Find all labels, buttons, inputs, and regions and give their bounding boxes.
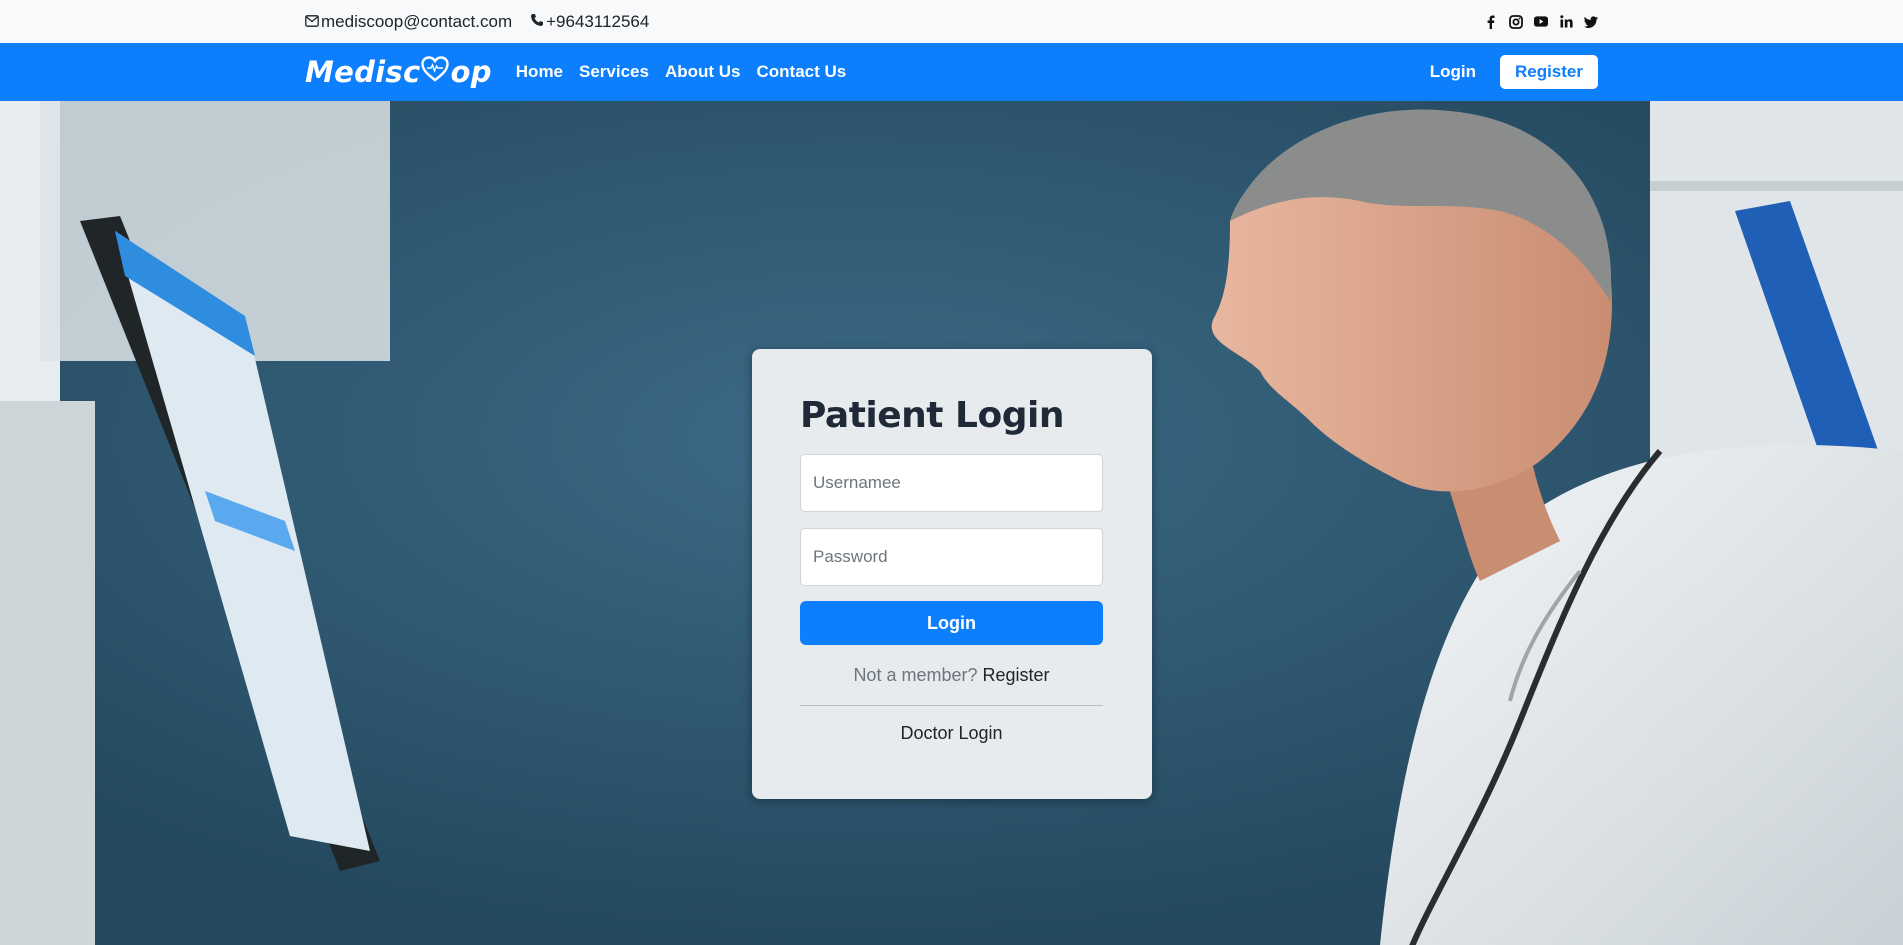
email-contact[interactable]: mediscoop@contact.com <box>305 12 512 32</box>
instagram-icon[interactable] <box>1509 14 1523 29</box>
twitter-icon[interactable] <box>1584 15 1598 29</box>
nav-services[interactable]: Services <box>579 62 649 82</box>
nav-left: Medisc op Home Services About Us Contact… <box>305 55 846 89</box>
username-input[interactable] <box>800 454 1103 512</box>
brand-logo[interactable]: Medisc op <box>305 55 492 89</box>
nav-register-button[interactable]: Register <box>1499 55 1598 89</box>
nav-login-link[interactable]: Login <box>1430 62 1476 82</box>
brand-part-2: op <box>450 55 492 89</box>
email-text: mediscoop@contact.com <box>321 11 513 31</box>
linkedin-icon[interactable] <box>1559 15 1573 29</box>
nav-contact-us[interactable]: Contact Us <box>757 62 847 82</box>
heart-icon <box>420 55 450 89</box>
member-text: Not a member? <box>853 665 978 685</box>
nav-links: Home Services About Us Contact Us <box>516 62 846 82</box>
envelope-icon <box>305 12 319 32</box>
login-title: Patient Login <box>800 395 1064 436</box>
hero-background: Patient Login Login Not a member? Regist… <box>0 101 1903 945</box>
login-submit-button[interactable]: Login <box>800 601 1103 645</box>
contact-info: mediscoop@contact.com +9643112564 <box>305 12 649 32</box>
youtube-icon[interactable] <box>1534 15 1548 29</box>
brand-part-1: Medisc <box>305 55 421 89</box>
phone-text: +9643112564 <box>546 11 650 31</box>
password-input[interactable] <box>800 528 1103 586</box>
facebook-icon[interactable] <box>1484 15 1498 29</box>
patient-login-card: Patient Login Login Not a member? Regist… <box>752 349 1152 799</box>
social-links <box>1484 14 1598 29</box>
phone-icon <box>530 12 544 32</box>
divider <box>800 705 1103 706</box>
main-navbar: Medisc op Home Services About Us Contact… <box>0 43 1903 101</box>
doctor-login-link[interactable]: Doctor Login <box>800 723 1103 744</box>
nav-right: Login Register <box>1430 55 1598 89</box>
phone-contact[interactable]: +9643112564 <box>530 12 649 32</box>
nav-about-us[interactable]: About Us <box>665 62 741 82</box>
register-link[interactable]: Register <box>983 665 1050 685</box>
top-contact-bar: mediscoop@contact.com +9643112564 <box>0 0 1903 43</box>
register-prompt: Not a member? Register <box>800 665 1103 686</box>
nav-home[interactable]: Home <box>516 62 563 82</box>
